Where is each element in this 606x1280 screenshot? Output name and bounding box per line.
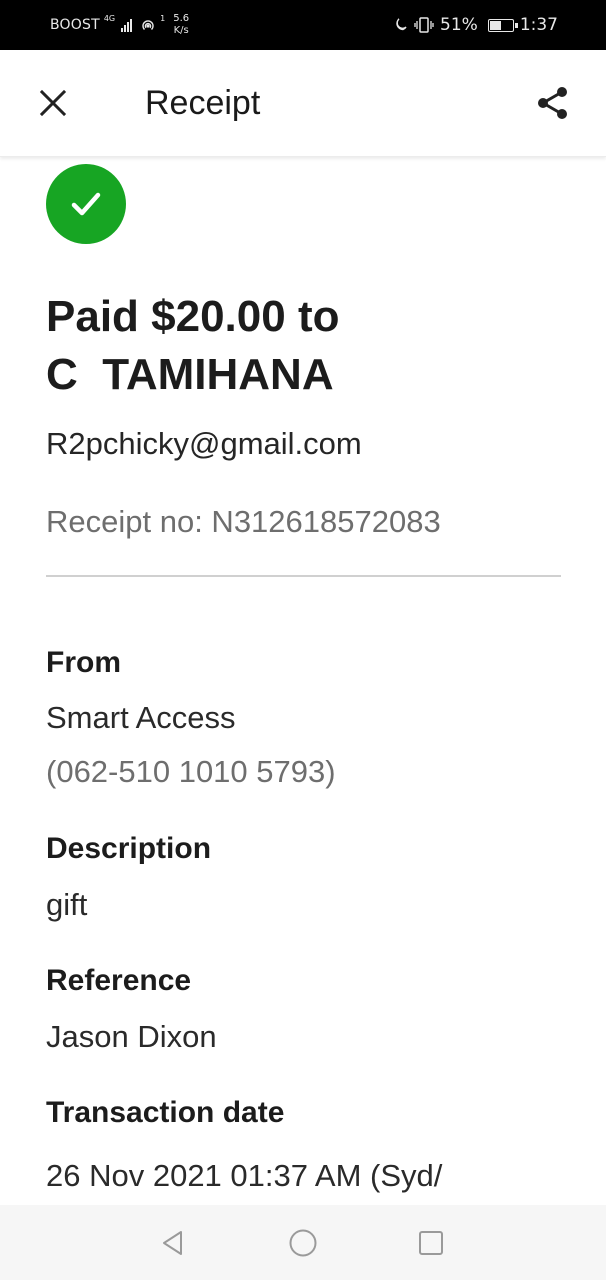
from-name: Smart Access: [46, 700, 236, 735]
payment-headline: Paid $20.00 to C TAMIHANA: [46, 288, 566, 404]
reference-value: Jason Dixon: [46, 1019, 217, 1054]
signal-icon: [121, 18, 133, 32]
back-triangle-icon: [163, 1231, 182, 1255]
transaction-date-label: Transaction date: [46, 1096, 285, 1129]
from-label: From: [46, 646, 121, 679]
transaction-date-value: 26 Nov 2021 01:37 AM (Syd/: [46, 1158, 443, 1193]
battery-fill: [489, 20, 501, 30]
description-value: gift: [46, 887, 88, 922]
hotspot-icon: [142, 20, 154, 30]
battery-percent: 51%: [440, 15, 478, 35]
app-bar: Receipt: [0, 50, 606, 157]
headline-amount: Paid $20.00 to: [46, 292, 340, 341]
headline-payee: C TAMIHANA: [46, 350, 334, 399]
reference-label: Reference: [46, 964, 192, 997]
clock: 1:37: [519, 15, 558, 35]
network-speed: 5.6 K/s: [173, 13, 189, 37]
status-right: 51% 1:37: [392, 0, 558, 50]
nav-recents-button[interactable]: [415, 1227, 447, 1259]
network-type: 4G: [103, 14, 116, 23]
speed-unit: K/s: [173, 25, 189, 36]
from-account: (062-510 1010 5793): [46, 754, 336, 789]
close-button[interactable]: [30, 80, 76, 126]
receipt-content[interactable]: Paid $20.00 to C TAMIHANA R2pchicky@gmai…: [0, 158, 606, 1205]
nav-home-button[interactable]: [287, 1227, 319, 1259]
data-indicator: 1: [160, 14, 166, 23]
system-nav-bar: [0, 1205, 606, 1280]
receipt-number: Receipt no: N312618572083: [46, 504, 441, 539]
speed-value: 5.6: [173, 13, 190, 24]
check-icon: [71, 192, 101, 216]
moon-icon: [396, 18, 407, 31]
status-bar: BOOST 4G 1 5.6 K/s 51% 1:37: [0, 0, 606, 50]
page-title: Receipt: [145, 84, 261, 122]
description-label: Description: [46, 832, 212, 865]
carrier-label: BOOST: [50, 17, 100, 33]
home-circle-icon: [289, 1229, 317, 1257]
divider: [46, 575, 561, 577]
battery-icon: [487, 18, 518, 32]
payee-email: R2pchicky@gmail.com: [46, 426, 362, 461]
share-icon: [538, 87, 567, 119]
status-left: BOOST 4G 1 5.6 K/s: [50, 0, 189, 50]
nav-back-button[interactable]: [157, 1227, 189, 1259]
vibrate-icon: [414, 17, 434, 33]
success-badge: [46, 164, 126, 244]
share-button[interactable]: [530, 80, 576, 126]
recents-square-icon: [419, 1231, 443, 1255]
close-icon: [39, 89, 67, 117]
